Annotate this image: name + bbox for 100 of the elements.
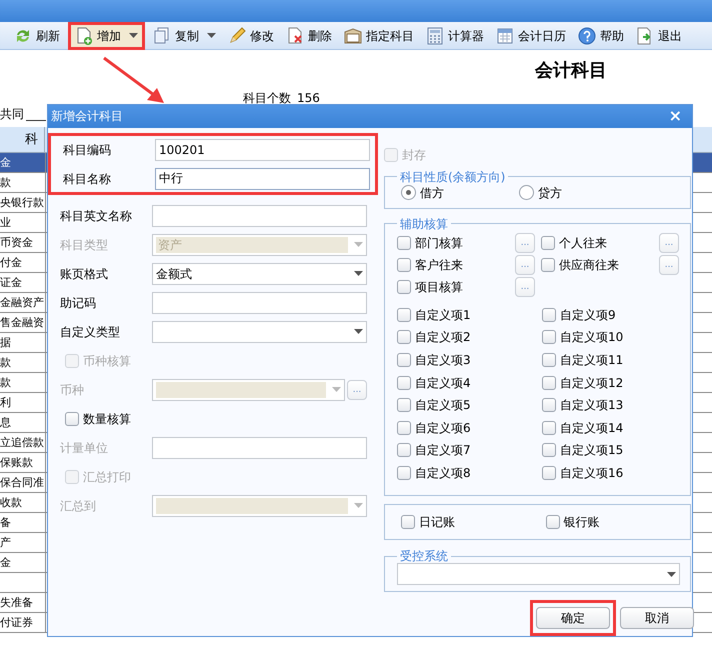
toolbar-button[interactable]: 退出 <box>632 24 686 46</box>
text-field[interactable] <box>152 292 367 314</box>
checkbox[interactable] <box>397 330 411 344</box>
toolbar-button[interactable]: 刷新 <box>10 24 64 46</box>
table-cell: 币资金 <box>0 233 46 252</box>
table-cell: 据 <box>0 333 46 352</box>
delete-document-icon <box>286 26 304 44</box>
pencil-icon <box>228 26 246 44</box>
column-header: 科 <box>0 127 45 152</box>
checkbox-label: 币种核算 <box>83 352 131 370</box>
checkbox[interactable] <box>397 466 411 480</box>
checkbox[interactable] <box>65 412 79 426</box>
table-cell: 立追偿款 <box>0 433 46 452</box>
dropdown-field[interactable] <box>152 320 367 343</box>
checkbox[interactable] <box>541 258 555 272</box>
checkbox[interactable] <box>546 515 560 529</box>
checkbox-label: 个人往来 <box>559 234 607 252</box>
text-field[interactable] <box>152 436 367 459</box>
calculator-icon <box>426 26 444 44</box>
toolbar-button[interactable]: 指定科目 <box>340 24 418 46</box>
count-label: 科目个数 <box>243 91 291 105</box>
checkbox[interactable] <box>397 280 411 294</box>
checkbox[interactable] <box>542 330 556 344</box>
field-label: 汇总到 <box>59 498 97 515</box>
toolbar-button[interactable]: 删除 <box>282 24 336 46</box>
filter-label: 共同 <box>0 107 24 121</box>
field-label: 科目英文名称 <box>59 208 133 225</box>
checkbox-label: 自定义项8 <box>415 465 471 482</box>
text-field[interactable]: 中行 <box>155 168 370 190</box>
toolbar-button[interactable]: 增加 <box>71 24 142 46</box>
field-label: 自定义类型 <box>59 324 121 341</box>
page-title: 会计科目 <box>535 60 607 81</box>
checkbox-label: 自定义项2 <box>415 329 471 346</box>
checkbox-label: 自定义项10 <box>560 329 624 346</box>
checkbox[interactable] <box>397 376 411 390</box>
toolbar-button[interactable]: 复制 <box>149 24 220 46</box>
help-icon <box>578 26 596 44</box>
calendar-icon <box>496 26 514 44</box>
checkbox-label: 汇总打印 <box>83 468 131 486</box>
dialog-button[interactable]: 确定 <box>536 607 610 629</box>
group-label: 辅助核算 <box>399 216 449 231</box>
table-cell: 保合同准 <box>0 473 46 492</box>
caret-icon <box>354 271 363 276</box>
checkbox[interactable] <box>401 515 415 529</box>
table-cell: 利 <box>0 393 46 412</box>
caret-icon <box>354 242 363 248</box>
checkbox[interactable] <box>542 443 556 458</box>
checkbox[interactable] <box>397 258 411 272</box>
checkbox[interactable] <box>397 443 411 458</box>
checkbox-label: 银行账 <box>564 514 600 531</box>
annotation-arrow <box>103 56 164 103</box>
dropdown-field[interactable]: 金额式 <box>152 262 367 285</box>
table-cell: 款 <box>0 353 46 372</box>
new-document-icon <box>75 26 93 44</box>
table-cell: 备 <box>0 513 46 532</box>
toolbar-button[interactable]: 会计日历 <box>492 24 570 46</box>
table-cell: 证金 <box>0 273 46 292</box>
checkbox-label: 项目核算 <box>415 278 463 296</box>
table-cell: 付金 <box>0 253 46 272</box>
text-field[interactable] <box>152 204 367 227</box>
dialog-button[interactable]: 取消 <box>620 607 694 629</box>
checkbox[interactable] <box>397 353 411 368</box>
checkbox[interactable] <box>542 353 556 368</box>
toolbar-button[interactable]: 帮助 <box>574 24 628 46</box>
text-field[interactable]: 100201 <box>155 138 370 161</box>
checkbox-label: 自定义项15 <box>560 442 624 460</box>
toolbar-button[interactable]: 计算器 <box>422 24 488 46</box>
dropdown-field[interactable] <box>397 563 680 585</box>
radio-button[interactable] <box>401 185 416 200</box>
checkbox-label: 自定义项12 <box>560 374 624 392</box>
checkbox[interactable] <box>397 236 411 250</box>
checkbox[interactable] <box>542 420 556 435</box>
checkbox-label: 自定义项4 <box>415 374 471 392</box>
checkbox-label: 自定义项14 <box>560 420 624 437</box>
caret-icon <box>332 387 341 392</box>
group-label: 受控系统 <box>399 549 449 563</box>
checkbox-label: 自定义项5 <box>415 397 471 414</box>
table-cell: 收款 <box>0 493 46 512</box>
checkbox[interactable] <box>397 398 411 412</box>
checkbox[interactable] <box>397 420 411 435</box>
radio-button[interactable] <box>519 185 534 200</box>
checkbox-label: 自定义项1 <box>415 306 471 324</box>
table-cell: 付证券 <box>0 613 46 632</box>
checkbox[interactable] <box>542 376 556 390</box>
table-cell: 款 <box>0 173 46 192</box>
checkbox-label: 日记账 <box>419 514 455 531</box>
checkbox-label: 自定义项11 <box>560 352 624 370</box>
checkbox-label: 自定义项7 <box>415 442 471 460</box>
checkbox[interactable] <box>541 236 555 250</box>
checkbox[interactable] <box>542 466 556 480</box>
checkbox[interactable] <box>542 308 556 322</box>
radio-label: 贷方 <box>538 184 562 202</box>
checkbox-label: 供应商往来 <box>559 256 619 274</box>
checkbox[interactable] <box>397 308 411 322</box>
field-label: 科目编码 <box>62 142 112 159</box>
group-label: 科目性质(余额方向) <box>399 170 506 184</box>
checkbox[interactable] <box>542 398 556 412</box>
caret-icon <box>667 572 676 576</box>
toolbar-button[interactable]: 修改 <box>224 24 278 46</box>
table-cell: 保账款 <box>0 453 46 472</box>
